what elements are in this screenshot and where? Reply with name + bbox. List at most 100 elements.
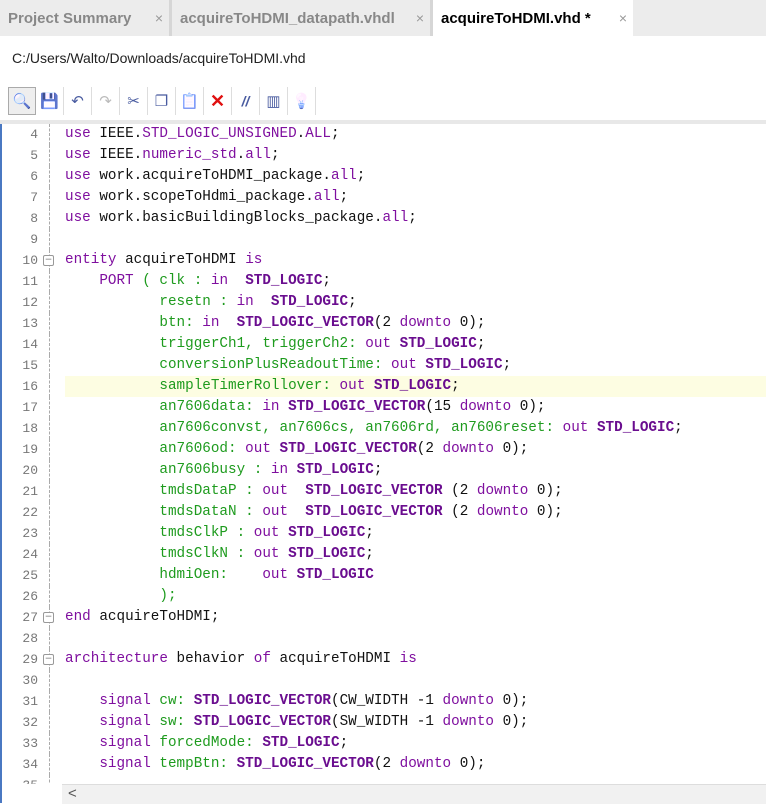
code-line[interactable]: 18 an7606convst, an7606cs, an7606rd, an7… (2, 418, 766, 439)
gutter-guide (49, 670, 50, 691)
fold-toggle-icon[interactable]: − (43, 654, 54, 665)
save-button[interactable]: 💾 (36, 87, 64, 115)
line-number: 9 (30, 232, 38, 247)
insert-template-button[interactable]: ▥ (260, 87, 288, 115)
code-line[interactable]: 29− architecture behavior of acquireToHDM… (2, 649, 766, 670)
code-token: (2 (373, 315, 400, 331)
line-number: 10 (22, 253, 38, 268)
close-icon[interactable]: × (155, 10, 163, 26)
code-line[interactable]: 4 use IEEE.STD_LOGIC_UNSIGNED.ALL; (2, 124, 766, 145)
code-line[interactable]: 30 (2, 670, 766, 691)
code-line[interactable]: 19 an7606od: out STD_LOGIC_VECTOR(2 down… (2, 439, 766, 460)
code-line[interactable]: 12 resetn : in STD_LOGIC; (2, 292, 766, 313)
code-token: work.basicBuildingBlocks_package. (99, 210, 383, 226)
code-token: signal (65, 756, 160, 772)
code-line[interactable]: 22 tmdsDataN : out STD_LOGIC_VECTOR (2 d… (2, 502, 766, 523)
copy-button[interactable]: ❐ (148, 87, 176, 115)
code-text: an7606od: out STD_LOGIC_VECTOR(2 downto … (65, 439, 766, 460)
comment-button[interactable]: // (232, 87, 260, 115)
code-line[interactable]: 11 PORT ( clk : in STD_LOGIC; (2, 271, 766, 292)
code-line[interactable]: 28 (2, 628, 766, 649)
code-line[interactable]: 25 hdmiOen: out STD_LOGIC (2, 565, 766, 586)
code-line[interactable]: 34 signal tempBtn: STD_LOGIC_VECTOR(2 do… (2, 754, 766, 775)
code-line[interactable]: 14 triggerCh1, triggerCh2: out STD_LOGIC… (2, 334, 766, 355)
code-line[interactable]: 9 (2, 229, 766, 250)
redo-button[interactable]: ↷ (92, 87, 120, 115)
code-text: an7606busy : in STD_LOGIC; (65, 460, 766, 481)
code-token: out (339, 378, 374, 394)
horizontal-scrollbar[interactable]: < (62, 784, 766, 804)
code-line[interactable]: 32 signal sw: STD_LOGIC_VECTOR(SW_WIDTH … (2, 712, 766, 733)
code-line[interactable]: 8 use work.basicBuildingBlocks_package.al… (2, 208, 766, 229)
code-line[interactable]: 6 use work.acquireToHDMI_package.all; (2, 166, 766, 187)
code-token: ( clk : (142, 273, 211, 289)
code-token: triggerCh1, triggerCh2: (65, 336, 366, 352)
undo-button[interactable]: ↶ (64, 87, 92, 115)
gutter-guide (49, 229, 50, 250)
delete-button[interactable]: ✕ (204, 87, 232, 115)
gutter-guide (49, 397, 50, 418)
code-line[interactable]: 21 tmdsDataP : out STD_LOGIC_VECTOR (2 d… (2, 481, 766, 502)
paste-button[interactable]: 📋 (176, 87, 204, 115)
code-token: out (262, 504, 306, 520)
cut-button[interactable]: ✂ (120, 87, 148, 115)
tab-datapath[interactable]: acquireToHDMI_datapath.vhdl × (172, 0, 433, 36)
search-button[interactable]: 🔍 (8, 87, 36, 115)
code-line[interactable]: 33 signal forcedMode: STD_LOGIC; (2, 733, 766, 754)
cut-icon: ✂ (127, 93, 140, 110)
code-line[interactable]: 13 btn: in STD_LOGIC_VECTOR(2 downto 0); (2, 313, 766, 334)
code-line[interactable]: 7 use work.scopeToHdmi_package.all; (2, 187, 766, 208)
scroll-left-icon[interactable]: < (68, 785, 77, 802)
tab-label: acquireToHDMI.vhd * (441, 9, 591, 27)
code-line[interactable]: 5 use IEEE.numeric_std.all; (2, 145, 766, 166)
code-token: 0); (459, 756, 486, 772)
save-icon: 💾 (40, 93, 59, 110)
fold-toggle-icon[interactable]: − (43, 255, 54, 266)
code-token: use (65, 168, 100, 184)
close-icon[interactable]: × (619, 10, 627, 26)
gutter-guide (49, 355, 50, 376)
line-number: 18 (22, 421, 38, 436)
line-number: 30 (22, 673, 38, 688)
line-number: 6 (30, 169, 38, 184)
code-line[interactable]: 15 conversionPlusReadoutTime: out STD_LO… (2, 355, 766, 376)
code-token: (2 (416, 441, 443, 457)
code-token: out (262, 483, 306, 499)
tab-bar: Project Summary × acquireToHDMI_datapath.… (0, 0, 766, 36)
code-token: (15 (425, 399, 460, 415)
tab-acquire-to-hdmi[interactable]: acquireToHDMI.vhd * × (433, 0, 633, 36)
gutter-guide (49, 145, 50, 166)
gutter-guide (49, 334, 50, 355)
code-line[interactable]: 27− end acquireToHDMI; (2, 607, 766, 628)
code-text: use work.scopeToHdmi_package.all; (65, 187, 766, 208)
code-line[interactable]: 35 (2, 775, 766, 784)
lightbulb-button[interactable]: 💡 (288, 87, 316, 115)
fold-toggle-icon[interactable]: − (43, 612, 54, 623)
tab-project-summary[interactable]: Project Summary × (0, 0, 172, 36)
copy-icon: ❐ (154, 93, 169, 110)
code-token: cw: (159, 693, 194, 709)
code-token: downto (442, 441, 503, 457)
code-token: ; (322, 273, 331, 289)
code-line[interactable]: 20 an7606busy : in STD_LOGIC; (2, 460, 766, 481)
code-line[interactable]: 23 tmdsClkP : out STD_LOGIC; (2, 523, 766, 544)
code-token: hdmiOen: (65, 567, 263, 583)
code-line[interactable]: 24 tmdsClkN : out STD_LOGIC; (2, 544, 766, 565)
code-line[interactable]: 31 signal cw: STD_LOGIC_VECTOR(CW_WIDTH … (2, 691, 766, 712)
comment-icon: // (241, 93, 250, 109)
lightbulb-icon: 💡 (292, 93, 311, 110)
gutter-guide (49, 124, 50, 145)
code-token: all (313, 189, 340, 205)
code-token: entity (65, 252, 126, 268)
line-number: 8 (30, 211, 38, 226)
gutter-guide (49, 565, 50, 586)
code-editor[interactable]: 4 use IEEE.STD_LOGIC_UNSIGNED.ALL; 5 use IE… (2, 124, 766, 784)
code-token: out (365, 336, 400, 352)
close-icon[interactable]: × (416, 10, 424, 26)
code-line[interactable]: 10− entity acquireToHDMI is (2, 250, 766, 271)
code-line[interactable]: 16 sampleTimerRollover: out STD_LOGIC; (2, 376, 766, 397)
code-line[interactable]: 17 an7606data: in STD_LOGIC_VECTOR(15 do… (2, 397, 766, 418)
code-text: btn: in STD_LOGIC_VECTOR(2 downto 0); (65, 313, 766, 334)
code-line[interactable]: 26 ); (2, 586, 766, 607)
